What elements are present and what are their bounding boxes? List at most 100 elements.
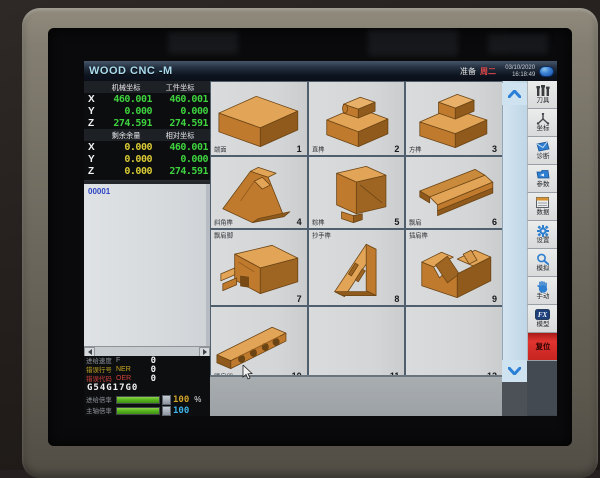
sidebar-button-label: 坐标 bbox=[536, 125, 549, 132]
program-editor[interactable]: 00001 bbox=[84, 181, 210, 346]
monitor-bezel: WOOD CNC -M 准备 周二 03/10/2020 16:18:49 机械… bbox=[22, 8, 598, 478]
vertical-scrollbar[interactable] bbox=[502, 81, 527, 382]
relative-z-value: 274.591 bbox=[152, 166, 208, 177]
spindle-override-row: 主轴倍率 100 bbox=[84, 405, 210, 416]
axis-y-label: Y bbox=[84, 106, 100, 117]
spindle-override-value: 100 bbox=[173, 406, 189, 416]
work-coords-header: 工件坐标 bbox=[155, 82, 205, 92]
weekday-label: 周二 bbox=[480, 66, 496, 77]
remain-y-value: 0.000 bbox=[100, 154, 152, 165]
screen-reflection bbox=[488, 34, 548, 54]
model-number: 3 bbox=[492, 144, 497, 154]
model-name: 飘肩脚 bbox=[214, 231, 233, 240]
feed-override-unit: % bbox=[194, 395, 201, 404]
chevron-down-icon bbox=[508, 367, 521, 375]
sidebar-button-reset[interactable]: 复位 bbox=[527, 333, 557, 361]
feed-override-fill bbox=[117, 397, 159, 403]
datetime: 03/10/2020 16:18:49 bbox=[500, 64, 535, 78]
horizontal-scrollbar[interactable] bbox=[84, 346, 210, 356]
left-arrow-icon bbox=[88, 349, 92, 355]
sidebar-button-label: 手动 bbox=[536, 293, 549, 300]
coord-row-z2: Z 0.000 274.591 bbox=[84, 165, 210, 177]
model-cell-plain-box[interactable]: 端面 1 bbox=[211, 82, 307, 155]
gear-icon bbox=[537, 224, 549, 237]
error-code-row: 错误代码 OER 0 bbox=[84, 374, 210, 383]
sidebar-button-settings[interactable]: 设置 bbox=[527, 221, 557, 249]
model-cell-empty[interactable]: 11 bbox=[309, 307, 405, 382]
model-cell-v-notch-box[interactable]: 插肩榫 9 bbox=[406, 230, 502, 305]
sidebar-button-label: 模拟 bbox=[536, 265, 549, 272]
model-cell-square-tenon[interactable]: 方榫 3 bbox=[406, 82, 502, 155]
model-name: 斜角榫 bbox=[214, 218, 233, 227]
sidebar-button-data[interactable]: 数据 bbox=[527, 193, 557, 221]
sidebar-button-label: 参数 bbox=[536, 181, 549, 188]
wood-model-drawing bbox=[309, 230, 405, 305]
scroll-left-button[interactable] bbox=[84, 347, 95, 357]
machine-coords-header: 机械坐标 bbox=[103, 82, 150, 92]
spindle-override-bar[interactable] bbox=[116, 407, 160, 415]
error-line-label: 错误行号 bbox=[86, 365, 112, 374]
hand-icon bbox=[537, 280, 549, 293]
model-cell-corner-cube[interactable]: 粽榫 5 bbox=[309, 157, 405, 228]
tool-icon bbox=[536, 84, 550, 97]
magnifier-icon bbox=[536, 252, 549, 265]
model-cell-shoulder-panel[interactable]: 飘肩 6 bbox=[406, 157, 502, 228]
svg-text:FX: FX bbox=[538, 311, 548, 319]
model-cell-shoulder-foot[interactable]: 飘肩脚 7 bbox=[211, 230, 307, 305]
feed-override-bar[interactable] bbox=[116, 396, 160, 404]
time-label: 16:18:49 bbox=[512, 72, 535, 78]
scroll-right-button[interactable] bbox=[199, 347, 210, 357]
axis-x-label: X bbox=[84, 94, 100, 105]
left-panel: 机械坐标 工件坐标 X 460.001 460.001 Y 0.000 0.00… bbox=[84, 81, 210, 416]
coord-row-y: Y 0.000 0.000 bbox=[84, 105, 210, 117]
model-cell-round-tenon[interactable]: 直榫 2 bbox=[309, 82, 405, 155]
model-number: 2 bbox=[394, 144, 399, 154]
program-number: 00001 bbox=[84, 184, 210, 196]
model-cell-beam-holes[interactable]: 腰肩卯 10 bbox=[211, 307, 307, 382]
diagnosis-icon bbox=[536, 140, 550, 153]
scroll-up-button[interactable] bbox=[502, 83, 527, 105]
sidebar-button-model[interactable]: FX 模型 bbox=[527, 305, 557, 333]
feed-override-row: 进给倍率 100 % bbox=[84, 394, 210, 405]
model-number: 1 bbox=[297, 144, 302, 154]
titlebar-status-cluster: 准备 周二 03/10/2020 16:18:49 bbox=[460, 64, 557, 78]
chevron-up-icon bbox=[508, 90, 521, 98]
sidebar-button-manual[interactable]: 手动 bbox=[527, 277, 557, 305]
active-gcodes: G54G17G0 bbox=[84, 383, 210, 394]
sidebar-button-label: 数据 bbox=[536, 209, 549, 216]
sidebar-button-diagnosis[interactable]: 诊断 bbox=[527, 137, 557, 165]
axis-icon bbox=[536, 112, 550, 125]
sidebar-button-parameters[interactable]: 参数 bbox=[527, 165, 557, 193]
machine-status: 准备 bbox=[460, 66, 476, 77]
model-cell-empty[interactable]: 12 bbox=[406, 307, 502, 382]
model-name: 飘肩 bbox=[409, 218, 422, 227]
model-name: 粽榫 bbox=[312, 218, 325, 227]
sidebar-button-label: 诊断 bbox=[536, 153, 549, 160]
window-icon[interactable] bbox=[539, 66, 554, 77]
sidebar-button-coords[interactable]: 坐标 bbox=[527, 109, 557, 137]
coordinate-panel: 机械坐标 工件坐标 X 460.001 460.001 Y 0.000 0.00… bbox=[84, 81, 210, 181]
sidebar-button-label: 设置 bbox=[536, 237, 549, 244]
model-cell-miter-wedge[interactable]: 斜角榫 4 bbox=[211, 157, 307, 228]
model-number: 5 bbox=[394, 217, 399, 227]
data-icon bbox=[536, 196, 549, 209]
feed-rate-label: 进给速度 bbox=[86, 356, 112, 365]
axis-z-label: Z bbox=[84, 118, 100, 129]
model-cell-triangle-joint[interactable]: 抄手榫 8 bbox=[309, 230, 405, 305]
feed-override-handle[interactable] bbox=[162, 395, 171, 405]
sidebar-button-tool[interactable]: 刀具 bbox=[527, 81, 557, 109]
remain-x-value: 0.000 bbox=[100, 142, 152, 153]
photo-background: WOOD CNC -M 准备 周二 03/10/2020 16:18:49 机械… bbox=[0, 0, 600, 470]
error-line-code: NER bbox=[116, 366, 131, 373]
error-code-value: 0 bbox=[151, 374, 156, 384]
scroll-down-button[interactable] bbox=[502, 360, 527, 382]
spindle-override-handle[interactable] bbox=[162, 406, 171, 416]
sidebar-button-label: 复位 bbox=[535, 343, 550, 350]
sidebar-footer bbox=[527, 361, 557, 415]
model-grid: 端面 1 直榫 2 bbox=[210, 81, 502, 375]
remain-header: 剩余余量 bbox=[103, 130, 150, 140]
sidebar-button-simulation[interactable]: 模拟 bbox=[527, 249, 557, 277]
work-z-value: 274.591 bbox=[152, 118, 208, 129]
coord-row-x2: X 0.000 460.001 bbox=[84, 141, 210, 153]
relative-header: 相对坐标 bbox=[155, 130, 205, 140]
